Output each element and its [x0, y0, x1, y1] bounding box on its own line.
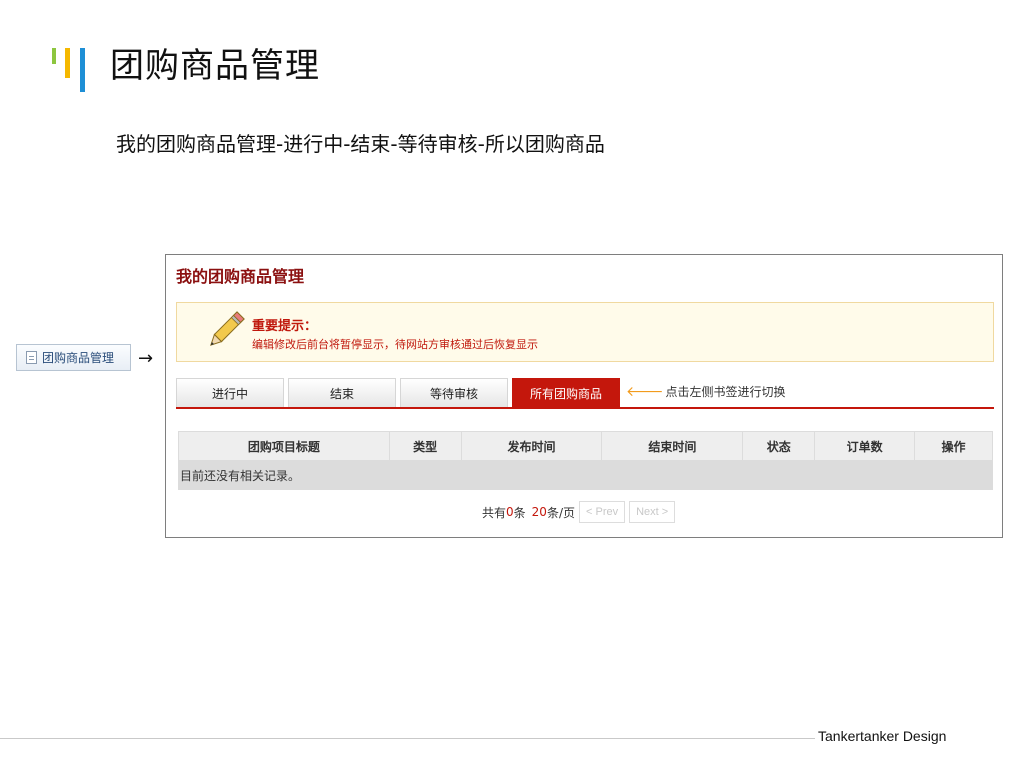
tab-pending-review[interactable]: 等待审核: [400, 378, 508, 407]
column-header-actions: 操作: [914, 431, 993, 461]
notice-heading: 重要提示：: [252, 319, 318, 334]
footer-credit: Tankertanker Design: [818, 728, 947, 744]
prev-button[interactable]: < Prev: [579, 501, 626, 523]
products-table: 团购项目标题 类型 发布时间 结束时间 状态 订单数 操作 目前还没有相关记录。: [178, 431, 993, 490]
sidebar-item-label: 团购商品管理: [42, 351, 115, 365]
column-header-publish-time: 发布时间: [460, 431, 603, 461]
column-header-type: 类型: [388, 431, 462, 461]
tab-bar: 进行中 结束 等待审核 所有团购商品: [176, 378, 994, 408]
tab-all-products[interactable]: 所有团购商品: [512, 378, 620, 407]
pager-per-page-suffix: 条/页: [546, 505, 575, 520]
slide-title: 团购商品管理: [110, 46, 320, 86]
pager-total-suffix: 条: [513, 505, 526, 520]
table-header-row: 团购项目标题 类型 发布时间 结束时间 状态 订单数 操作: [178, 431, 993, 461]
slide-subtitle: 我的团购商品管理-进行中-结束-等待审核-所以团购商品: [116, 132, 605, 156]
table-row: 目前还没有相关记录。: [178, 460, 993, 490]
notice-body: 编辑修改后前台将暂停显示，待网站方审核通过后恢复显示: [252, 338, 538, 351]
tab-hint: 🡐 点击左侧书签进行切换: [626, 383, 786, 400]
empty-message: 目前还没有相关记录。: [178, 460, 993, 490]
next-button[interactable]: Next >: [629, 501, 676, 523]
arrow-left-icon: 🡐: [626, 384, 664, 400]
decor-bar-blue: [80, 48, 85, 92]
column-header-orders: 订单数: [814, 431, 916, 461]
arrow-right-icon: →: [138, 348, 154, 369]
page-title: 我的团购商品管理: [176, 267, 305, 286]
column-header-status: 状态: [742, 431, 816, 461]
tab-hint-text: 点击左侧书签进行切换: [665, 385, 786, 399]
footer-divider: [0, 738, 815, 739]
pencil-icon: [210, 311, 245, 346]
document-icon: [26, 351, 37, 364]
decor-bar-green: [52, 48, 56, 64]
decor-bar-yellow: [65, 48, 70, 78]
sidebar-item-group-buy-management[interactable]: 团购商品管理: [16, 344, 131, 371]
pager-total-prefix: 共有: [482, 505, 507, 520]
column-header-end-time: 结束时间: [601, 431, 744, 461]
tab-ended[interactable]: 结束: [288, 378, 396, 407]
screenshot-panel: 我的团购商品管理 重要提示： 编辑修改后前台将暂停显示，待网站方审核通过后恢复显…: [165, 254, 1003, 538]
tab-underline: [176, 407, 994, 409]
notice-box: 重要提示： 编辑修改后前台将暂停显示，待网站方审核通过后恢复显示: [176, 302, 994, 362]
pager-total-count: 0: [506, 505, 514, 519]
pager-per-page: 20: [531, 505, 547, 519]
pagination: 共有 0 条 20 条/页 < Prev Next >: [482, 501, 676, 523]
tab-in-progress[interactable]: 进行中: [176, 378, 284, 407]
column-header-title: 团购项目标题: [178, 431, 390, 461]
